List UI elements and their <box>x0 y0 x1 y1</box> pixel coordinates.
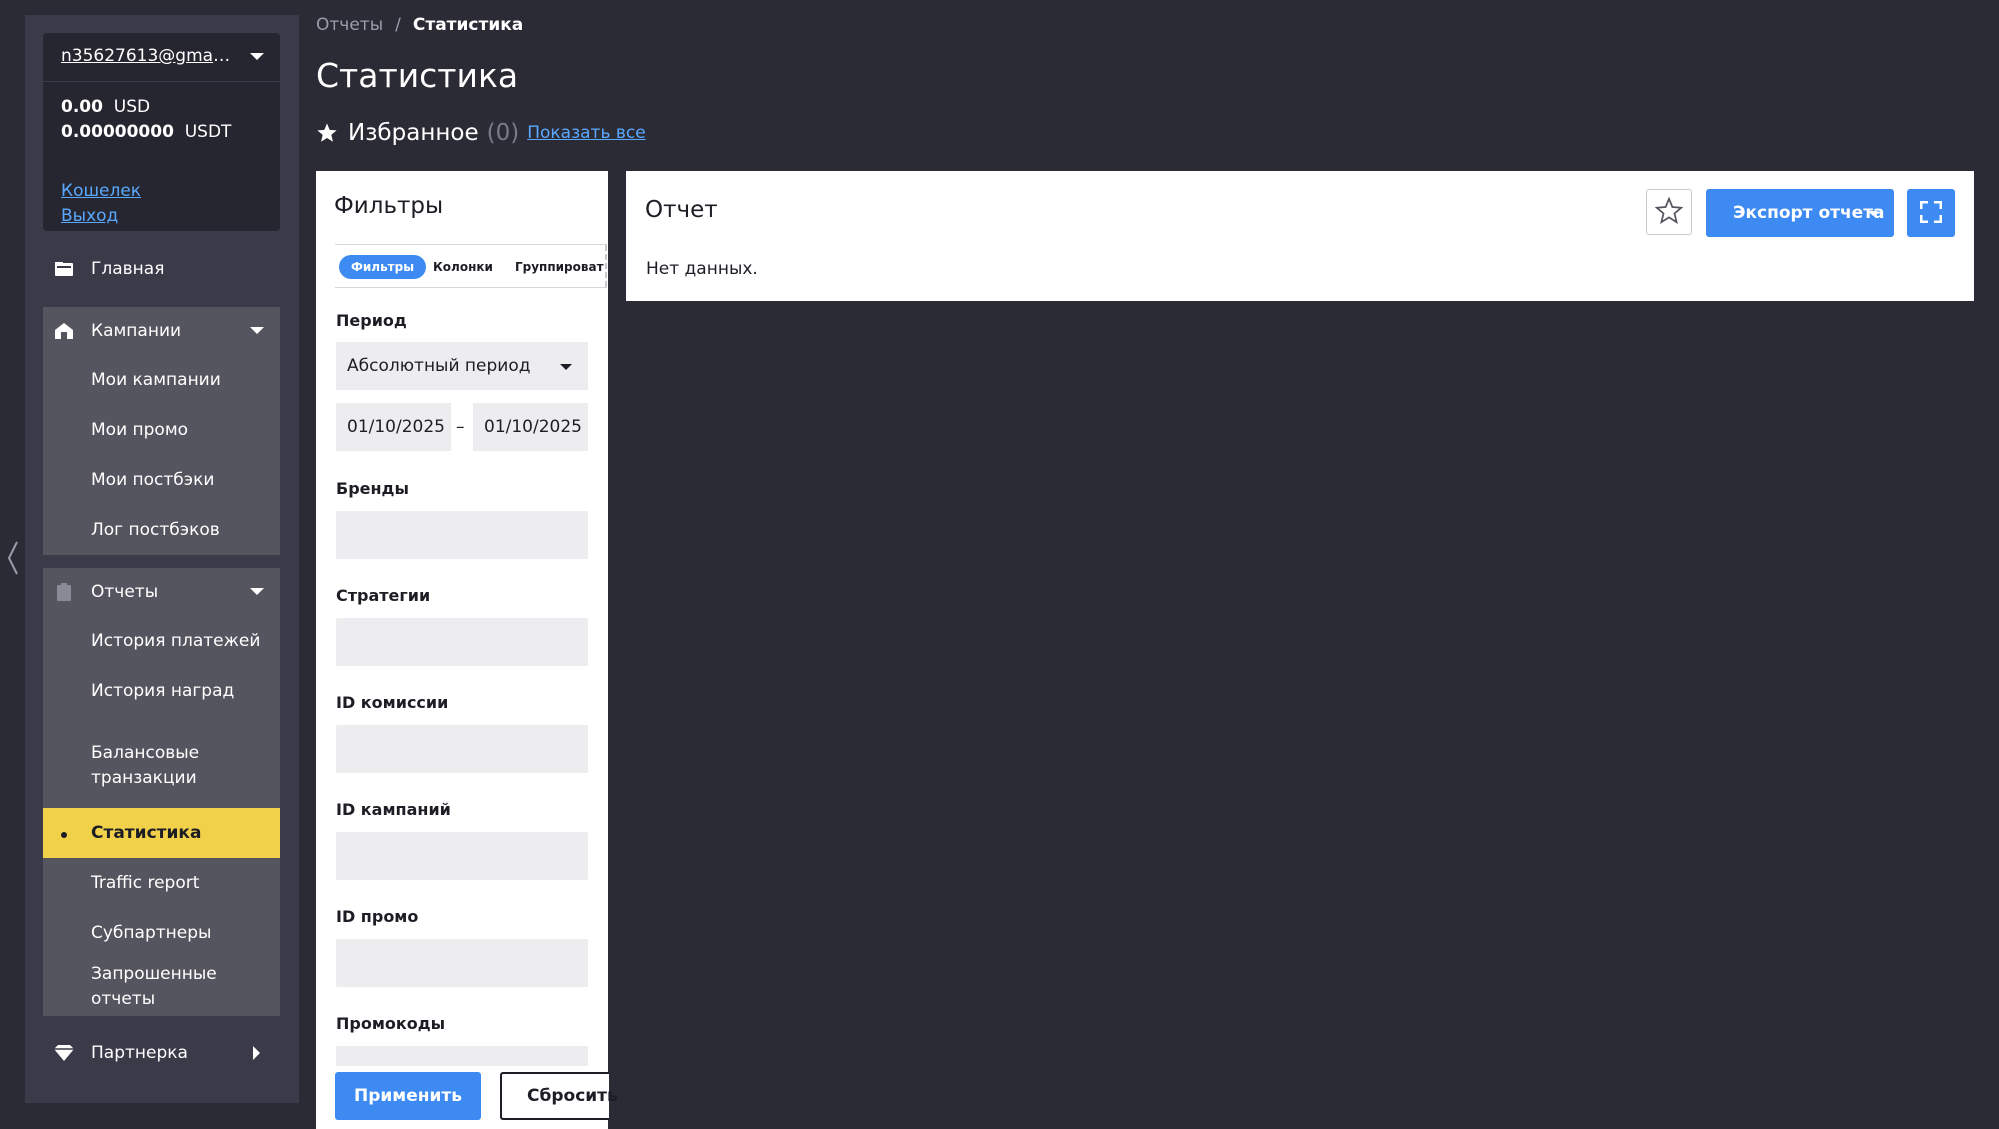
sidebar-item-my-promo[interactable]: Мои промо <box>43 405 280 455</box>
breadcrumb-current: Статистика <box>412 15 524 35</box>
apply-button[interactable]: Применить <box>335 1072 481 1120</box>
sidebar-item-postback-log[interactable]: Лог постбэков <box>43 505 280 555</box>
sidebar-item-traffic-report[interactable]: Traffic report <box>43 858 280 908</box>
commission-id-input[interactable] <box>336 725 588 773</box>
tabs-scroll-edge <box>603 245 607 287</box>
date-to-input[interactable]: 01/10/2025 <box>473 403 588 451</box>
account-email[interactable]: n35627613@gmail.... <box>61 46 231 66</box>
sidebar-item-label: Кампании <box>91 321 182 341</box>
chevron-down-icon <box>250 588 264 595</box>
favorites-row: Избранное (0) Показать все <box>316 120 646 146</box>
export-report-button[interactable]: Экспорт отчета <box>1706 189 1894 237</box>
report-panel: Отчет Нет данных. Экспорт отчета <box>626 171 1974 301</box>
breadcrumb-reports[interactable]: Отчеты <box>316 15 383 35</box>
period-select[interactable]: Абсолютный период <box>336 342 588 390</box>
breadcrumb-separator: / <box>395 15 401 35</box>
house-icon <box>53 322 75 340</box>
chevron-down-icon <box>250 327 264 334</box>
strategies-input[interactable] <box>336 618 588 666</box>
sidebar-item-label: Главная <box>91 259 165 279</box>
diamond-icon <box>53 1044 75 1062</box>
reports-submenu: История платежей История наград Балансов… <box>43 616 280 1016</box>
sidebar-group-reports[interactable]: Отчеты <box>43 568 280 616</box>
chevron-down-icon <box>560 364 572 370</box>
add-favorite-button[interactable] <box>1646 189 1692 235</box>
star-outline-icon <box>1654 195 1684 228</box>
promocodes-label: Промокоды <box>336 1014 446 1033</box>
fullscreen-button[interactable] <box>1907 189 1955 237</box>
period-value: Абсолютный период <box>347 356 531 376</box>
chevron-right-icon <box>253 1046 260 1060</box>
wallet-link[interactable]: Кошелек <box>61 181 141 201</box>
reset-button[interactable]: Сбросить <box>500 1072 618 1120</box>
brands-label: Бренды <box>336 479 409 498</box>
sidebar-item-main[interactable]: Главная <box>43 245 280 293</box>
campaign-id-input[interactable] <box>336 832 588 880</box>
chevron-down-icon[interactable] <box>250 53 264 60</box>
logout-link[interactable]: Выход <box>61 206 118 226</box>
campaign-id-label: ID кампаний <box>336 800 451 819</box>
page-title: Статистика <box>316 56 519 95</box>
sidebar-item-requested-reports[interactable]: Запрошенные отчеты <box>43 958 280 1016</box>
promo-id-input[interactable] <box>336 939 588 987</box>
fullscreen-icon <box>1919 200 1943 226</box>
sidebar-item-my-campaigns[interactable]: Мои кампании <box>43 355 280 405</box>
balance-usdt-value: 0.00000000 <box>61 122 174 142</box>
sidebar: n35627613@gmail.... 0.00 USD 0.00000000 … <box>25 15 299 1103</box>
collapse-sidebar-icon[interactable] <box>5 540 21 576</box>
filters-tabs: Фильтры Колонки Группироват <box>335 244 607 288</box>
chevron-down-icon <box>1868 211 1878 216</box>
sidebar-item-statistics[interactable]: Статистика <box>43 808 280 858</box>
date-separator: – <box>456 417 465 437</box>
active-dot <box>61 832 67 838</box>
sidebar-item-label: Партнерка <box>91 1043 188 1063</box>
promocodes-input[interactable] <box>336 1046 588 1066</box>
folder-icon <box>53 260 75 278</box>
sidebar-item-subpartners[interactable]: Субпартнеры <box>43 908 280 958</box>
breadcrumb: Отчеты / Статистика <box>316 15 523 35</box>
period-label: Период <box>336 311 407 330</box>
sidebar-item-reward-history[interactable]: История наград <box>43 666 280 716</box>
balance-usd-value: 0.00 <box>61 97 103 117</box>
promo-id-label: ID промо <box>336 907 419 926</box>
tab-filters[interactable]: Фильтры <box>339 255 427 279</box>
commission-id-label: ID комиссии <box>336 693 449 712</box>
sidebar-group-campaigns[interactable]: Кампании <box>43 307 280 355</box>
account-card: n35627613@gmail.... 0.00 USD 0.00000000 … <box>43 33 280 231</box>
tab-grouping[interactable]: Группироват <box>503 255 607 279</box>
tab-columns[interactable]: Колонки <box>421 255 505 279</box>
sidebar-item-partner[interactable]: Партнерка <box>43 1029 280 1077</box>
clipboard-icon <box>53 583 75 601</box>
date-from-input[interactable]: 01/10/2025 <box>336 403 451 451</box>
show-all-link[interactable]: Показать все <box>527 123 645 143</box>
filters-panel: Фильтры Фильтры Колонки Группироват Пери… <box>316 171 608 1129</box>
brands-input[interactable] <box>336 511 588 559</box>
sidebar-item-balance-transactions[interactable]: Балансовые транзакции <box>43 716 280 816</box>
export-label: Экспорт отчета <box>1733 203 1885 223</box>
filters-title: Фильтры <box>334 193 444 219</box>
campaigns-submenu: Мои кампании Мои промо Мои постбэки Лог … <box>43 355 280 555</box>
report-empty-message: Нет данных. <box>646 259 758 279</box>
sidebar-item-label: Отчеты <box>91 582 159 602</box>
report-title: Отчет <box>645 197 718 223</box>
balance-usd: 0.00 USD <box>61 97 150 117</box>
sidebar-item-payment-history[interactable]: История платежей <box>43 616 280 666</box>
strategies-label: Стратегии <box>336 586 431 605</box>
favorites-label: Избранное <box>348 120 479 146</box>
balance-usdt: 0.00000000 USDT <box>61 122 231 142</box>
currency-usd: USD <box>113 97 151 117</box>
account-menu[interactable]: n35627613@gmail.... <box>43 33 280 82</box>
sidebar-item-my-postbacks[interactable]: Мои постбэки <box>43 455 280 505</box>
currency-usdt: USDT <box>184 122 232 142</box>
star-icon <box>316 122 338 144</box>
favorites-count: (0) <box>486 120 520 146</box>
